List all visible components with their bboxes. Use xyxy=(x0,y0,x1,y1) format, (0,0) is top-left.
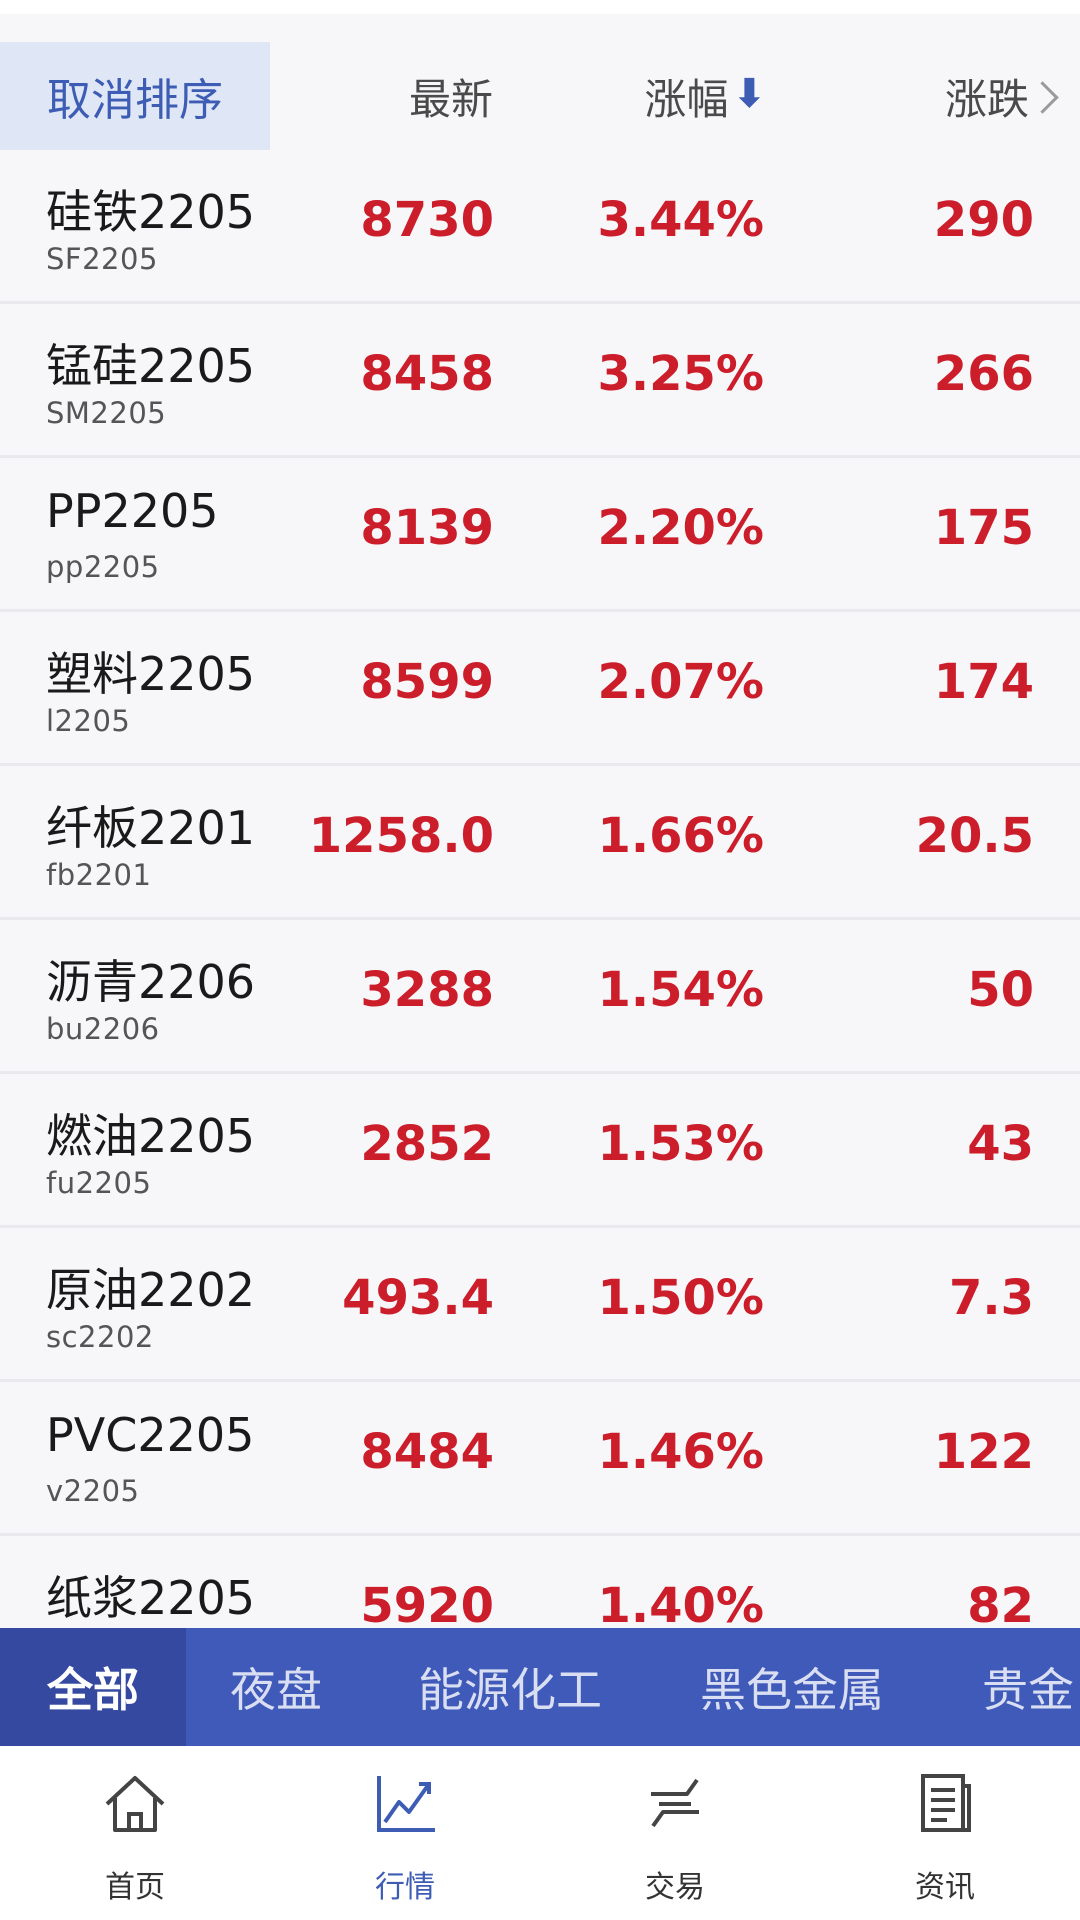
column-header-change-pct-label: 涨幅 xyxy=(644,74,729,124)
quote-row[interactable]: PVC2205 v2205 8484 1.46% 122 xyxy=(0,1382,1080,1536)
contract-name: 锰硅2205 xyxy=(46,339,256,393)
nav-trade[interactable]: 交易 xyxy=(540,1746,810,1920)
nav-market-label: 行情 xyxy=(375,1870,435,1905)
latest-price: 8484 xyxy=(360,1424,494,1480)
column-header-change-label: 涨跌 xyxy=(945,74,1030,124)
nav-news-label: 资讯 xyxy=(915,1870,975,1905)
app-root: 取消排序 最新 涨幅 ⬇ 涨跌 硅铁2205 SF2205 8730 3.44%… xyxy=(0,0,1080,1920)
change-percent: 1.50% xyxy=(597,1270,764,1326)
latest-price: 8599 xyxy=(360,654,494,710)
quote-list[interactable]: 硅铁2205 SF2205 8730 3.44% 290 锰硅2205 SM22… xyxy=(0,150,1080,1628)
change-percent: 1.53% xyxy=(597,1116,764,1172)
top-strip xyxy=(0,0,1080,14)
line-chart-icon xyxy=(377,1776,435,1832)
nav-market[interactable]: 行情 xyxy=(270,1746,540,1920)
change-percent: 1.40% xyxy=(597,1578,764,1628)
quote-row[interactable]: PP2205 pp2205 8139 2.20% 175 xyxy=(0,458,1080,612)
change-value: 174 xyxy=(933,654,1034,710)
quote-row[interactable]: 纤板2201 fb2201 1258.0 1.66% 20.5 xyxy=(0,766,1080,920)
contract-code: bu2206 xyxy=(46,1012,160,1046)
category-tab-night[interactable]: 夜盘 xyxy=(230,1628,322,1746)
category-tab-all[interactable]: 全部 xyxy=(0,1628,186,1746)
column-header-latest-label: 最新 xyxy=(408,74,493,124)
contract-name: 纸浆2205 xyxy=(46,1571,256,1625)
contract-code: SF2205 xyxy=(46,242,158,276)
latest-price: 8139 xyxy=(360,500,494,556)
chevron-right-icon[interactable] xyxy=(1026,80,1059,114)
change-value: 175 xyxy=(933,500,1034,556)
category-tab-bar[interactable]: 全部 夜盘 能源化工 黑色金属 贵金 xyxy=(0,1628,1080,1746)
change-percent: 2.07% xyxy=(597,654,764,710)
quote-row[interactable]: 燃油2205 fu2205 2852 1.53% 43 xyxy=(0,1074,1080,1228)
change-percent: 3.44% xyxy=(597,192,764,248)
latest-price: 8458 xyxy=(360,346,494,402)
sort-down-arrow-icon: ⬇ xyxy=(732,71,766,117)
contract-name: PP2205 xyxy=(46,484,219,538)
change-percent: 1.54% xyxy=(597,962,764,1018)
cancel-sort-button[interactable]: 取消排序 xyxy=(0,42,270,150)
column-header-change[interactable]: 涨跌 xyxy=(860,42,1060,150)
trade-exchange-icon xyxy=(651,1778,699,1828)
change-percent: 1.66% xyxy=(597,808,764,864)
contract-code: fb2201 xyxy=(46,858,152,892)
contract-name: 纤板2201 xyxy=(46,801,256,855)
quote-row[interactable]: 原油2202 sc2202 493.4 1.50% 7.3 xyxy=(0,1228,1080,1382)
change-value: 82 xyxy=(967,1578,1034,1628)
contract-name: 塑料2205 xyxy=(46,647,256,701)
change-value: 290 xyxy=(933,192,1034,248)
contract-name: 原油2202 xyxy=(46,1263,256,1317)
nav-home-label: 首页 xyxy=(105,1870,165,1905)
contract-name: PVC2205 xyxy=(46,1408,255,1462)
contract-code: pp2205 xyxy=(46,550,160,584)
contract-name: 硅铁2205 xyxy=(46,185,256,239)
nav-home[interactable]: 首页 xyxy=(0,1746,270,1920)
home-icon xyxy=(105,1776,165,1832)
latest-price: 2852 xyxy=(360,1116,494,1172)
contract-name: 沥青2206 xyxy=(46,955,256,1009)
quote-row[interactable]: 塑料2205 l2205 8599 2.07% 174 xyxy=(0,612,1080,766)
quote-row[interactable]: 硅铁2205 SF2205 8730 3.44% 290 xyxy=(0,150,1080,304)
category-tab-energy-chem[interactable]: 能源化工 xyxy=(418,1628,602,1746)
quote-row[interactable]: 纸浆2205 5920 1.40% 82 xyxy=(0,1536,1080,1628)
category-tab-ferrous[interactable]: 黑色金属 xyxy=(700,1628,884,1746)
category-tab-precious[interactable]: 贵金 xyxy=(982,1628,1074,1746)
change-value: 122 xyxy=(933,1424,1034,1480)
contract-code: SM2205 xyxy=(46,396,167,430)
latest-price: 493.4 xyxy=(342,1270,494,1326)
change-value: 20.5 xyxy=(915,808,1034,864)
column-header-latest[interactable]: 最新 xyxy=(300,42,493,150)
quote-row[interactable]: 沥青2206 bu2206 3288 1.54% 50 xyxy=(0,920,1080,1074)
contract-code: l2205 xyxy=(46,704,131,738)
quote-row[interactable]: 锰硅2205 SM2205 8458 3.25% 266 xyxy=(0,304,1080,458)
latest-price: 5920 xyxy=(360,1578,494,1628)
latest-price: 3288 xyxy=(360,962,494,1018)
contract-code: fu2205 xyxy=(46,1166,152,1200)
change-percent: 3.25% xyxy=(597,346,764,402)
contract-code: sc2202 xyxy=(46,1320,154,1354)
contract-name: 燃油2205 xyxy=(46,1109,256,1163)
change-percent: 2.20% xyxy=(597,500,764,556)
nav-news[interactable]: 资讯 xyxy=(810,1746,1080,1920)
change-value: 7.3 xyxy=(948,1270,1034,1326)
latest-price: 1258.0 xyxy=(308,808,494,864)
list-header: 取消排序 最新 涨幅 ⬇ 涨跌 xyxy=(0,42,1080,150)
contract-code: v2205 xyxy=(46,1474,140,1508)
change-percent: 1.46% xyxy=(597,1424,764,1480)
latest-price: 8730 xyxy=(360,192,494,248)
bottom-navigation: 首页 行情 交易 资讯 xyxy=(0,1746,1080,1920)
nav-trade-label: 交易 xyxy=(645,1870,705,1905)
change-value: 50 xyxy=(967,962,1034,1018)
column-header-change-pct[interactable]: 涨幅 ⬇ xyxy=(560,42,766,150)
change-value: 43 xyxy=(967,1116,1034,1172)
news-document-icon xyxy=(921,1774,971,1832)
change-value: 266 xyxy=(933,346,1034,402)
